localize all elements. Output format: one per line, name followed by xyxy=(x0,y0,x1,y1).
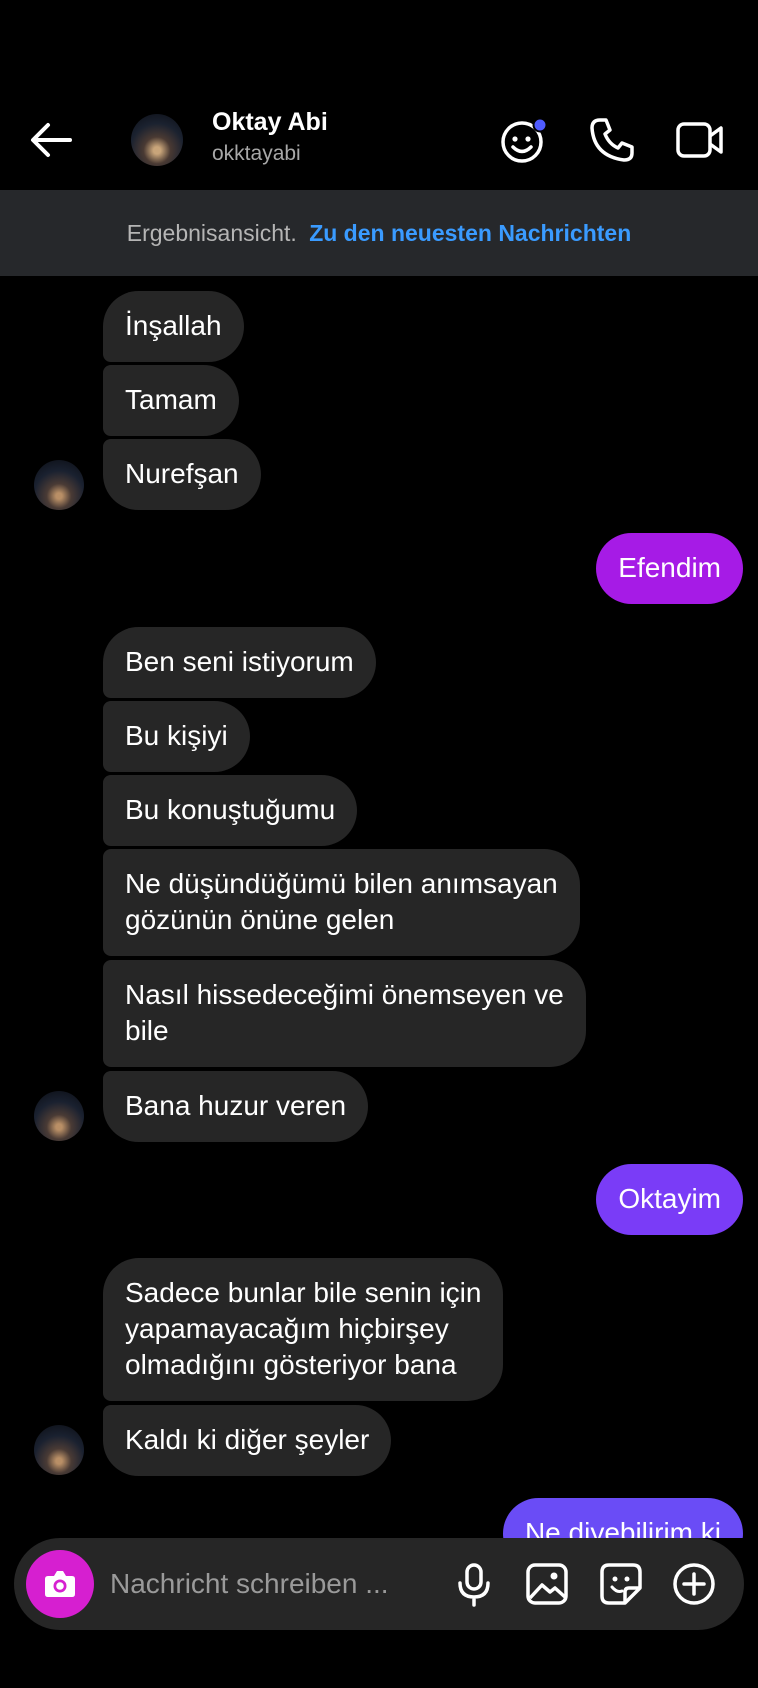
sent-message[interactable]: Ne diyebilirim ki xyxy=(502,1498,743,1538)
sent-message[interactable]: Oktayim xyxy=(596,1164,743,1235)
sticker-face-icon[interactable] xyxy=(498,114,550,166)
message-input[interactable]: Nachricht schreiben ... xyxy=(110,1538,389,1630)
sender-avatar[interactable] xyxy=(34,1425,84,1475)
microphone-icon[interactable] xyxy=(450,1560,498,1608)
video-call-icon[interactable] xyxy=(674,114,726,166)
message-composer: Nachricht schreiben ... xyxy=(14,1538,744,1630)
contact-name[interactable]: Oktay Abi xyxy=(212,108,328,137)
sender-avatar[interactable] xyxy=(34,460,84,510)
received-message[interactable]: Kaldı ki diğer şeyler xyxy=(103,1405,392,1476)
received-message[interactable]: Sadece bunlar bile senin için yapamayaca… xyxy=(103,1258,504,1401)
received-message[interactable]: İnşallah xyxy=(103,291,244,362)
camera-button[interactable] xyxy=(26,1550,94,1618)
message-thread[interactable]: İnşallah Tamam Nurefşan Efendim Ben seni… xyxy=(0,276,758,1538)
chat-header: Oktay Abi okktayabi xyxy=(0,0,758,190)
sent-message[interactable]: Efendim xyxy=(596,533,743,604)
sticker-icon[interactable] xyxy=(597,1560,645,1608)
back-arrow-icon[interactable] xyxy=(26,116,78,164)
contact-avatar[interactable] xyxy=(131,114,183,166)
received-message[interactable]: Bu konuştuğumu xyxy=(103,775,358,846)
received-message[interactable]: Ne düşündüğümü bilen anımsayan gözünün ö… xyxy=(103,849,580,956)
phone-call-icon[interactable] xyxy=(586,114,638,166)
sender-avatar[interactable] xyxy=(34,1091,84,1141)
gallery-image-icon[interactable] xyxy=(523,1560,571,1608)
received-message[interactable]: Nasıl hissedeceğimi önemseyen ve bile xyxy=(103,960,586,1067)
received-message[interactable]: Tamam xyxy=(103,365,239,436)
contact-username[interactable]: okktayabi xyxy=(212,142,301,166)
camera-icon xyxy=(45,1571,75,1597)
add-plus-icon[interactable] xyxy=(670,1560,718,1608)
received-message[interactable]: Ben seni istiyorum xyxy=(103,627,376,698)
banner-label: Ergebnisansicht. xyxy=(126,220,297,246)
search-result-banner: Ergebnisansicht. Zu den neuesten Nachric… xyxy=(0,190,758,276)
received-message[interactable]: Bu kişiyi xyxy=(103,701,250,772)
received-message[interactable]: Nurefşan xyxy=(103,439,261,510)
received-message[interactable]: Bana huzur veren xyxy=(103,1071,369,1142)
jump-to-latest-link[interactable]: Zu den neuesten Nachrichten xyxy=(309,220,631,246)
